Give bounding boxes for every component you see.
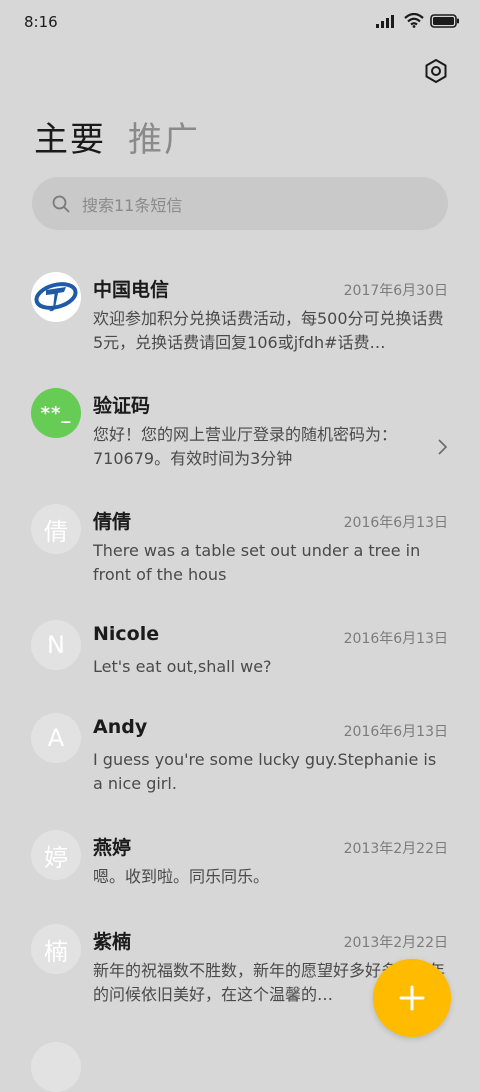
tab-bar: 主要 推广: [34, 112, 200, 161]
avatar: A: [31, 713, 81, 763]
message-item[interactable]: 倩 倩倩 2016年6月13日 There was a table set ou…: [0, 494, 480, 604]
message-preview: Let's eat out,shall we?: [93, 657, 272, 676]
message-date: 2016年6月13日: [343, 724, 448, 740]
message-date: 2013年2月22日: [343, 841, 448, 857]
message-item[interactable]: A Andy 2016年6月13日 I guess you're some lu…: [0, 703, 480, 813]
message-item[interactable]: N Nicole 2016年6月13日 Let's eat out,shall …: [0, 610, 480, 700]
avatar: N: [31, 620, 81, 670]
message-preview: 您好！您的网上营业厅登录的随机密码为：710679。有效时间为3分钟: [93, 425, 398, 468]
message-date: 2017年6月30日: [343, 283, 448, 299]
plus-icon: [399, 985, 425, 1011]
sender-name: 中国电信: [93, 279, 170, 301]
sender-name: 验证码: [93, 395, 151, 417]
avatar: [31, 1042, 81, 1092]
status-icons: [376, 13, 460, 28]
message-date: 2013年2月22日: [343, 935, 448, 951]
search-icon: [52, 195, 70, 212]
wifi-icon: [404, 13, 424, 28]
sender-name: 燕婷: [93, 837, 132, 859]
tab-primary[interactable]: 主要: [34, 112, 106, 161]
avatar: 婷: [31, 830, 81, 880]
message-preview: I guess you're some lucky guy.Stephanie …: [93, 750, 437, 793]
status-time: 8:16: [24, 13, 58, 31]
sender-name: 倩倩: [93, 511, 132, 533]
message-preview: 欢迎参加积分兑换话费活动，每500分可兑换话费5元，兑换话费请回复106或jfd…: [93, 309, 444, 352]
avatar: 倩: [31, 504, 81, 554]
search-placeholder: 搜索11条短信: [82, 195, 183, 215]
china-telecom-logo-icon: [34, 282, 78, 312]
sender-name: Andy: [93, 716, 148, 738]
message-item[interactable]: [0, 1038, 480, 1092]
message-date: 2016年6月13日: [343, 631, 448, 647]
message-item[interactable]: **_ 验证码 您好！您的网上营业厅登录的随机密码为：710679。有效时间为3…: [0, 378, 480, 488]
message-item[interactable]: 中国电信 2017年6月30日 欢迎参加积分兑换话费活动，每500分可兑换话费5…: [0, 262, 480, 372]
status-bar: 8:16: [0, 0, 480, 46]
chevron-right-icon: [438, 439, 448, 455]
avatar: [31, 272, 81, 322]
sender-name: Nicole: [93, 623, 160, 645]
message-preview: 嗯。收到啦。同乐同乐。: [93, 867, 270, 886]
message-preview: There was a table set out under a tree i…: [93, 541, 421, 584]
settings-icon: [425, 59, 447, 83]
tab-promotions[interactable]: 推广: [128, 112, 200, 161]
avatar: **_: [31, 388, 81, 438]
settings-button[interactable]: [420, 55, 452, 87]
new-message-button[interactable]: [373, 959, 451, 1037]
battery-icon: [430, 13, 459, 28]
avatar: 楠: [31, 924, 81, 974]
message-item[interactable]: 婷 燕婷 2013年2月22日 嗯。收到啦。同乐同乐。: [0, 820, 480, 910]
search-box[interactable]: 搜索11条短信: [32, 177, 448, 230]
signal-icon: [376, 14, 394, 28]
message-date: 2016年6月13日: [343, 515, 448, 531]
sender-name: 紫楠: [93, 931, 132, 953]
